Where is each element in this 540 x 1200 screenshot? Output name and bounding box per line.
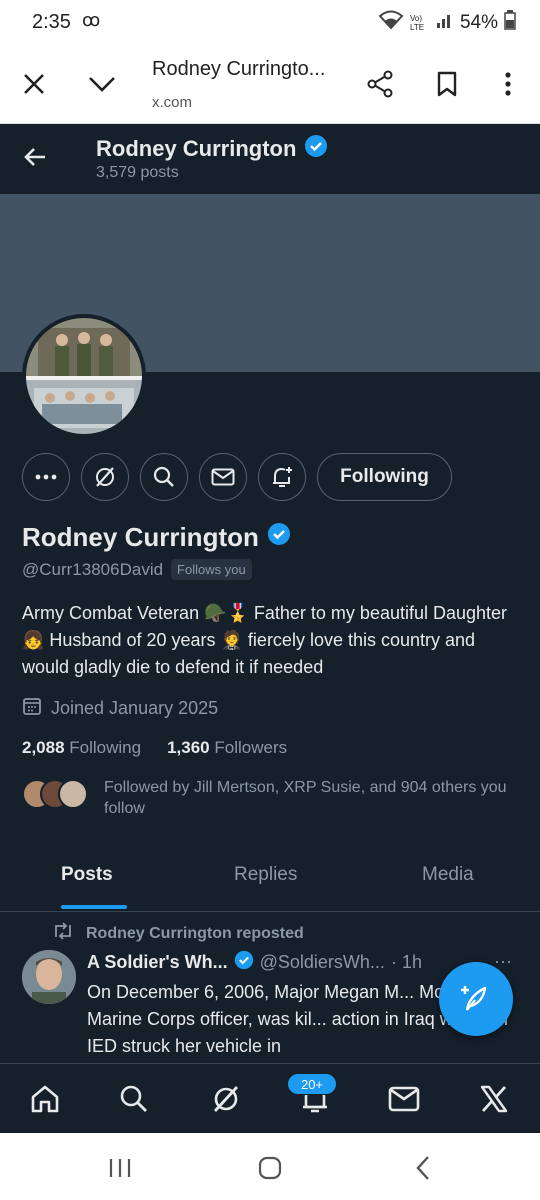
back-icon[interactable] <box>408 1153 438 1183</box>
profile-tabs: Posts Replies Media <box>0 850 540 912</box>
post-time: · 1h <box>390 952 422 972</box>
following-label: Following <box>69 738 142 757</box>
header-name: Rodney Currington <box>96 134 328 164</box>
mutual-avatars <box>22 779 92 811</box>
joined-date: Joined January 2025 <box>22 696 218 721</box>
profile-bio: Army Combat Veteran 🪖🎖️ Father to my bea… <box>22 603 508 677</box>
following-button[interactable]: Following <box>317 453 452 501</box>
home-button-icon[interactable] <box>255 1153 285 1183</box>
android-navigation-bar <box>0 1133 540 1200</box>
bookmark-icon[interactable] <box>429 66 465 102</box>
profile-name-text: Rodney Currington <box>22 522 259 552</box>
post-author-avatar[interactable] <box>22 950 76 1004</box>
search-profile-button[interactable] <box>140 453 188 501</box>
signal-label: Vo) LTE <box>409 14 425 32</box>
calendar-icon <box>22 696 42 721</box>
post-header: A Soldier's Wh... @SoldiersWh... · 1h <box>87 950 422 975</box>
repost-label: Rodney Currington reposted <box>86 924 304 942</box>
tab-posts[interactable]: Posts <box>61 864 113 886</box>
follow-stats: 2,088 Following 1,360 Followers <box>22 738 287 758</box>
avatar <box>58 779 88 809</box>
post-author-name[interactable]: A Soldier's Wh... <box>87 952 228 973</box>
profile-header-bar: Rodney Currington 3,579 posts <box>0 124 540 194</box>
repost-icon <box>52 922 74 945</box>
compose-post-button[interactable] <box>439 962 513 1036</box>
recent-apps-icon[interactable] <box>105 1153 135 1183</box>
share-icon[interactable] <box>362 66 398 102</box>
grok-icon[interactable] <box>208 1081 244 1117</box>
battery-icon <box>504 10 516 36</box>
browser-url: x.com <box>152 94 193 111</box>
wifi-icon <box>378 10 404 36</box>
followers-count: 1,360 <box>167 738 210 757</box>
header-name-text: Rodney Currington <box>96 136 297 161</box>
followed-by[interactable]: Followed by Jill Mertson, XRP Susie, and… <box>22 777 514 819</box>
search-icon[interactable] <box>116 1081 152 1117</box>
followers-stat[interactable]: 1,360 Followers <box>167 738 287 758</box>
battery-percent: 54% <box>459 12 498 33</box>
profile-handle: @Curr13806David <box>22 559 164 579</box>
verified-badge-icon <box>304 134 328 164</box>
system-icons: Vo) LTE 54% <box>378 10 516 36</box>
more-vertical-icon[interactable] <box>490 66 526 102</box>
following-stat[interactable]: 2,088 Following <box>22 738 141 758</box>
handle-row: @Curr13806David Follows you <box>22 559 252 580</box>
post-author-handle: @SoldiersWh... <box>259 952 385 972</box>
home-icon[interactable] <box>27 1081 63 1117</box>
profile-name: Rodney Currington <box>22 522 291 553</box>
joined-text: Joined January 2025 <box>51 698 219 718</box>
profile-actions: Following <box>0 453 540 503</box>
voicemail-icon: ꝏ <box>82 10 101 30</box>
active-tab-indicator <box>61 905 127 909</box>
followers-label: Followers <box>214 738 288 757</box>
browser-toolbar: Rodney Curringto... x.com <box>0 46 540 124</box>
following-count: 2,088 <box>22 738 65 757</box>
tab-media[interactable]: Media <box>422 864 474 886</box>
notification-count-badge: 20+ <box>287 1073 337 1095</box>
bottom-navigation: 20+ <box>0 1063 540 1133</box>
verified-badge-icon <box>234 950 254 975</box>
posts-count: 3,579 posts <box>96 164 179 181</box>
status-time: 2:35 <box>32 11 71 33</box>
verified-badge-icon[interactable] <box>267 522 291 553</box>
grok-button[interactable] <box>81 453 129 501</box>
follows-you-badge: Follows you <box>171 559 252 580</box>
browser-page-title: Rodney Curringto... <box>152 58 326 80</box>
tab-replies[interactable]: Replies <box>234 864 297 886</box>
repost-indicator: Rodney Currington reposted <box>52 922 304 945</box>
close-icon[interactable] <box>16 66 52 102</box>
messages-icon[interactable] <box>386 1081 422 1117</box>
followed-by-text: Followed by Jill Mertson, XRP Susie, and… <box>104 779 507 817</box>
status-bar: 2:35 ꝏ Vo) LTE 54% <box>0 0 540 46</box>
more-options-button[interactable] <box>22 453 70 501</box>
chevron-down-icon[interactable] <box>84 66 120 102</box>
notify-bell-button[interactable] <box>258 453 306 501</box>
back-arrow-icon[interactable] <box>20 142 50 172</box>
profile-avatar[interactable] <box>22 314 146 438</box>
message-button[interactable] <box>199 453 247 501</box>
x-logo-icon[interactable] <box>476 1081 512 1117</box>
signal-icon <box>436 11 454 35</box>
